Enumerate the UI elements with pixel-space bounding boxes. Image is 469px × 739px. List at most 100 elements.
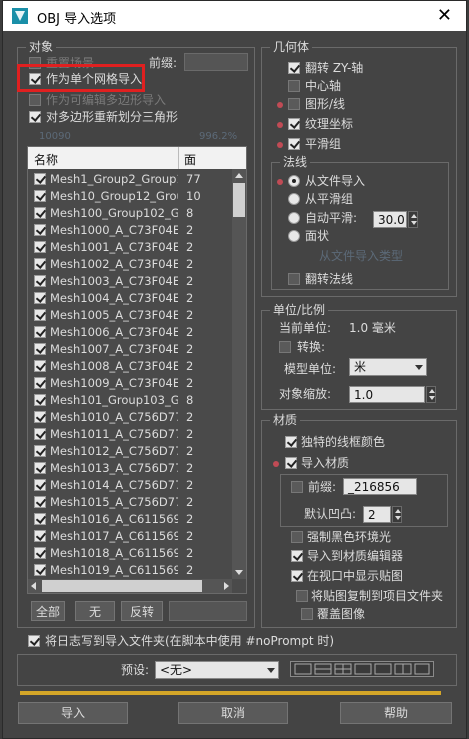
mesh-row-checkbox[interactable] — [34, 190, 46, 202]
normals-from-file-radio[interactable] — [288, 175, 300, 187]
mesh-list[interactable]: 名称 面 Mesh1_Group2_Group1... 77 Mesh10_Grou… — [27, 146, 247, 594]
material-prefix-input[interactable]: _216856 — [343, 478, 417, 495]
vertical-scroll-thumb[interactable] — [233, 183, 245, 217]
mesh-list-row[interactable]: Mesh1016_A_C611569... 2 — [28, 511, 232, 528]
mesh-row-checkbox[interactable] — [34, 496, 46, 508]
mesh-list-row[interactable]: Mesh1009_A_C73F04E... 2 — [28, 375, 232, 392]
mesh-list-row[interactable]: Mesh1002_A_C73F04E... 2 — [28, 256, 232, 273]
cancel-button[interactable]: 取消 — [178, 702, 288, 724]
mesh-row-checkbox[interactable] — [34, 326, 46, 338]
mesh-list-row[interactable]: Mesh1018_A_C611569... 2 — [28, 545, 232, 562]
normals-faceted-radio[interactable] — [288, 230, 300, 242]
texture-coords-checkbox[interactable] — [288, 118, 300, 130]
force-black-ambient-checkbox[interactable] — [291, 531, 303, 543]
material-prefix-checkbox[interactable] — [291, 481, 303, 493]
import-as-editable-poly-checkbox[interactable] — [29, 94, 41, 106]
mesh-row-checkbox[interactable] — [34, 343, 46, 355]
mesh-list-row[interactable]: Mesh10_Group12_Grou... 10 — [28, 188, 232, 205]
prefix-input[interactable] — [184, 53, 248, 71]
mesh-list-row[interactable]: Mesh100_Group102_Gr... 8 — [28, 205, 232, 222]
mesh-row-checkbox[interactable] — [34, 547, 46, 559]
mesh-row-checkbox[interactable] — [34, 224, 46, 236]
mesh-row-checkbox[interactable] — [34, 173, 46, 185]
mesh-list-row[interactable]: Mesh1007_A_C73F04E... 2 — [28, 341, 232, 358]
mesh-row-checkbox[interactable] — [34, 207, 46, 219]
object-scale-input[interactable]: 1.0 — [349, 386, 425, 403]
mesh-list-row[interactable]: Mesh1_Group2_Group1... 77 — [28, 171, 232, 188]
column-header-faces[interactable]: 面 — [184, 151, 196, 168]
mesh-row-checkbox[interactable] — [34, 292, 46, 304]
auto-smooth-spinner[interactable] — [408, 211, 418, 228]
mesh-row-checkbox[interactable] — [34, 462, 46, 474]
vertical-scrollbar[interactable] — [232, 169, 246, 579]
mesh-list-row[interactable]: Mesh1011_A_C756D77... 2 — [28, 426, 232, 443]
scroll-up-arrow-icon[interactable] — [235, 173, 243, 178]
flip-zy-checkbox[interactable] — [288, 62, 300, 74]
mesh-list-row[interactable]: Mesh1013_A_C756D77... 2 — [28, 460, 232, 477]
mesh-list-row[interactable]: Mesh1000_A_C73F04E... 2 — [28, 222, 232, 239]
mesh-list-row[interactable]: Mesh1004_A_C73F04E... 2 — [28, 290, 232, 307]
mesh-row-checkbox[interactable] — [34, 428, 46, 440]
column-header-name[interactable]: 名称 — [34, 151, 58, 168]
flip-normals-checkbox[interactable] — [288, 273, 300, 285]
mesh-list-row[interactable]: Mesh1019_A_C611569... 2 — [28, 562, 232, 579]
mesh-list-row[interactable]: Mesh1006_A_C73F04E... 2 — [28, 324, 232, 341]
mesh-list-row[interactable]: Mesh1001_A_C73F04E... 2 — [28, 239, 232, 256]
mesh-row-checkbox[interactable] — [34, 377, 46, 389]
import-button[interactable]: 导入 — [18, 702, 128, 724]
import-to-editor-checkbox[interactable] — [291, 550, 303, 562]
import-materials-checkbox[interactable] — [285, 457, 297, 469]
shapes-lines-checkbox[interactable] — [288, 98, 300, 110]
copy-maps-checkbox[interactable] — [296, 590, 308, 602]
mesh-list-row[interactable]: Mesh1017_A_C611569... 2 — [28, 528, 232, 545]
normals-from-smooth-radio[interactable] — [288, 193, 300, 205]
scroll-left-arrow-icon[interactable] — [31, 582, 36, 590]
scroll-down-arrow-icon[interactable] — [235, 570, 243, 575]
smooth-groups-checkbox[interactable] — [288, 138, 300, 150]
mesh-list-row[interactable]: Mesh101_Group103_Gr... 8 — [28, 392, 232, 409]
mesh-list-row[interactable]: Mesh1015_A_C756D77... 2 — [28, 494, 232, 511]
retriangulate-checkbox[interactable] — [29, 111, 41, 123]
horizontal-scroll-thumb[interactable] — [42, 580, 202, 592]
center-pivot-checkbox[interactable] — [288, 80, 300, 92]
default-bump-input[interactable]: 2 — [363, 506, 391, 523]
show-maps-viewport-checkbox[interactable] — [291, 570, 303, 582]
object-scale-spinner[interactable] — [426, 386, 436, 403]
mesh-list-row[interactable]: Mesh1008_A_C73F04E... 2 — [28, 358, 232, 375]
auto-smooth-input[interactable]: 30.0 — [373, 211, 407, 228]
mesh-row-checkbox[interactable] — [34, 479, 46, 491]
mesh-row-checkbox[interactable] — [34, 360, 46, 372]
mesh-row-checkbox[interactable] — [34, 564, 46, 576]
scroll-right-arrow-icon[interactable] — [224, 582, 229, 590]
mesh-row-checkbox[interactable] — [34, 258, 46, 270]
invert-selection-button[interactable]: 反转 — [121, 601, 163, 621]
mesh-row-checkbox[interactable] — [34, 445, 46, 457]
mesh-row-checkbox[interactable] — [34, 530, 46, 542]
horizontal-scrollbar[interactable] — [28, 579, 232, 593]
model-unit-select[interactable]: 米 — [349, 358, 427, 376]
mesh-list-row[interactable]: Mesh1005_A_C73F04E... 2 — [28, 307, 232, 324]
preset-select[interactable]: <无> — [155, 661, 279, 679]
mesh-row-checkbox[interactable] — [34, 411, 46, 423]
preset-slots-grid-icon[interactable] — [290, 661, 434, 677]
select-all-button[interactable]: 全部 — [31, 601, 65, 621]
help-button[interactable]: 帮助 — [340, 702, 452, 724]
mesh-list-row[interactable]: Mesh1003_A_C73F04E... 2 — [28, 273, 232, 290]
select-none-button[interactable]: 无 — [75, 601, 115, 621]
list-filter-input[interactable] — [169, 601, 247, 621]
mesh-row-checkbox[interactable] — [34, 394, 46, 406]
close-icon[interactable]: ✕ — [437, 5, 452, 26]
log-to-folder-checkbox[interactable] — [28, 635, 40, 647]
convert-checkbox[interactable] — [279, 341, 291, 353]
default-bump-spinner[interactable] — [392, 506, 402, 523]
normals-auto-smooth-radio[interactable] — [288, 212, 300, 224]
mesh-list-row[interactable]: Mesh1010_A_C756D77... 2 — [28, 409, 232, 426]
mesh-row-checkbox[interactable] — [34, 241, 46, 253]
mesh-row-checkbox[interactable] — [34, 513, 46, 525]
overwrite-images-checkbox[interactable] — [301, 608, 313, 620]
mesh-row-checkbox[interactable] — [34, 309, 46, 321]
unique-wire-color-checkbox[interactable] — [285, 436, 297, 448]
mesh-row-checkbox[interactable] — [34, 275, 46, 287]
mesh-list-row[interactable]: Mesh1012_A_C756D77... 2 — [28, 443, 232, 460]
mesh-list-row[interactable]: Mesh1014_A_C756D77... 2 — [28, 477, 232, 494]
